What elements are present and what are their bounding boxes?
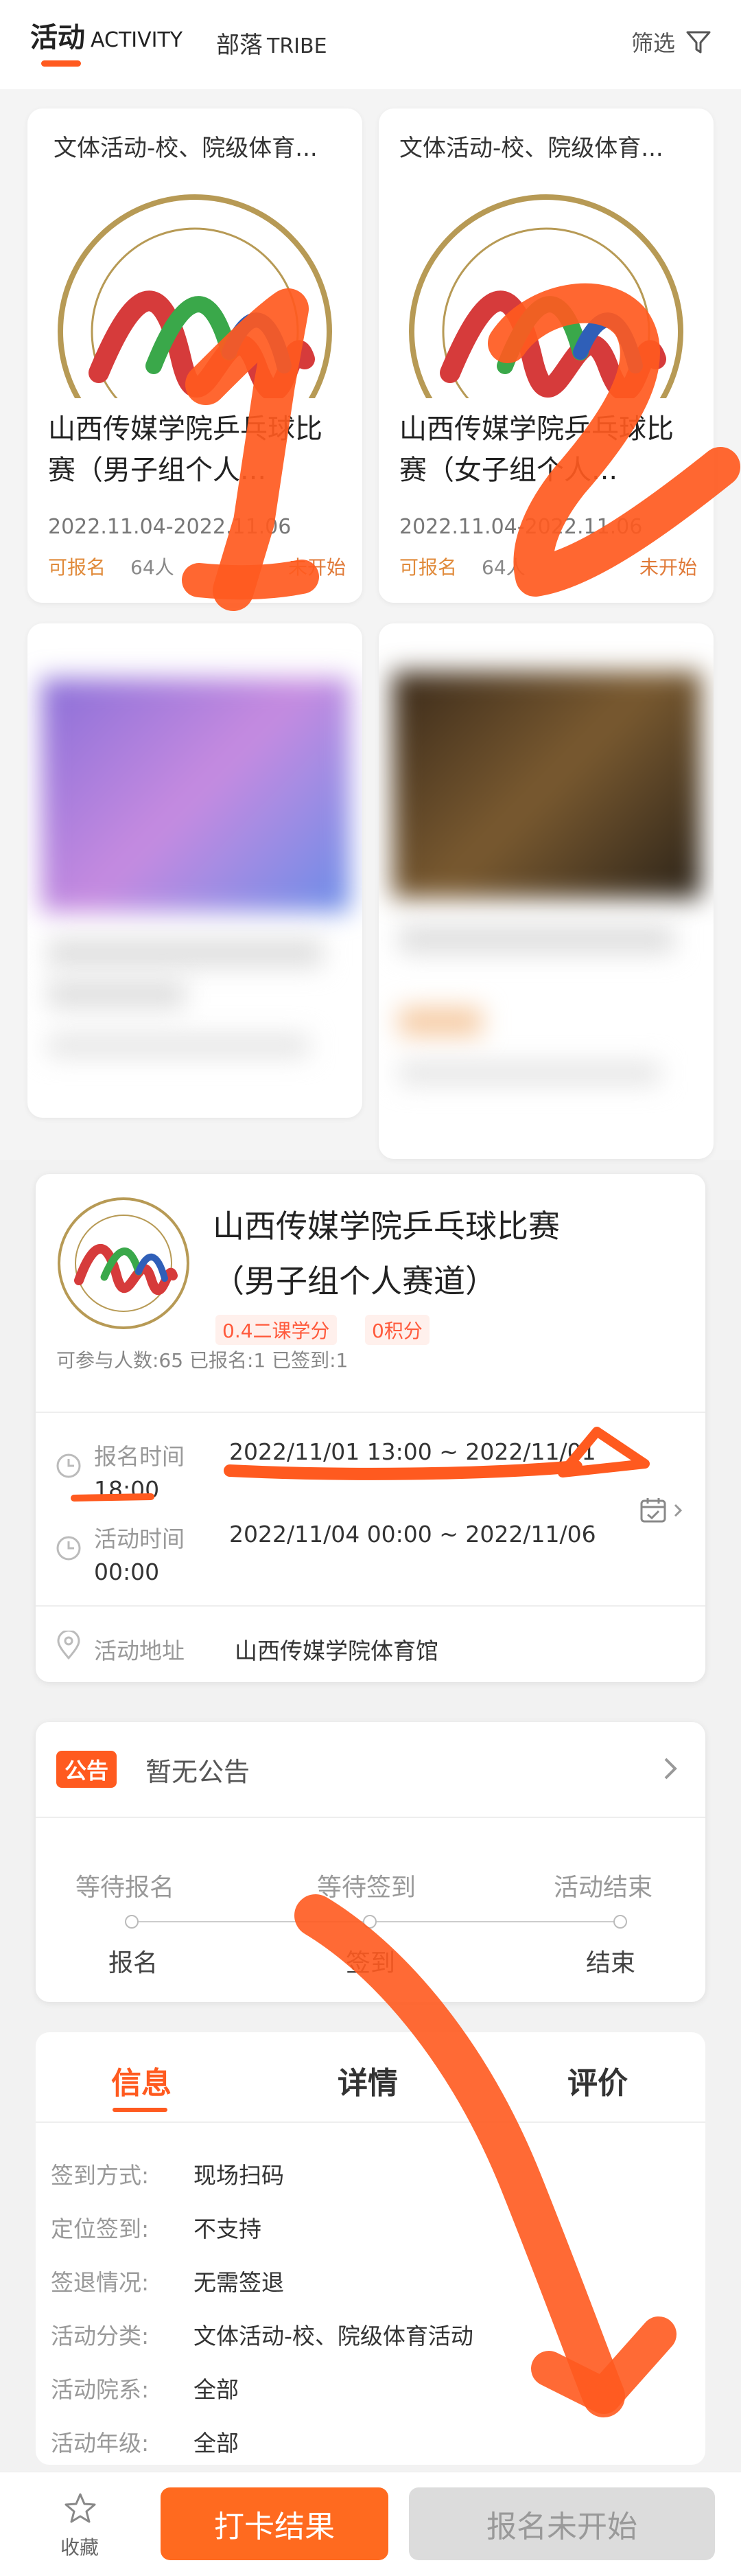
- detail-logo: [55, 1195, 192, 1332]
- step-dot: [613, 1915, 627, 1929]
- info-row-label: 活动院系:: [51, 2376, 150, 2403]
- blurred-text: [399, 1063, 660, 1083]
- card-date: 2022.11.04-2022.11.06: [399, 515, 643, 539]
- calendar-icon[interactable]: [639, 1497, 687, 1524]
- participant-stats: 可参与人数:65 已报名:1 已签到:1: [56, 1349, 349, 1372]
- info-row-label: 活动年级:: [51, 2430, 150, 2457]
- blurred-thumbnail: [41, 678, 350, 912]
- info-row-value: 不支持: [193, 2216, 261, 2242]
- blurred-text: [48, 980, 185, 1008]
- step-dot: [363, 1915, 377, 1929]
- tab-tribe-cn: 部落: [216, 32, 263, 59]
- bottom-action-bar: 收藏 打卡结果 报名未开始: [0, 2472, 741, 2576]
- step-waiting-signup: 等待报名: [75, 1874, 175, 1902]
- blurred-text: [399, 1008, 482, 1035]
- blurred-text: [399, 925, 674, 953]
- tab-activity-cn: 活动: [30, 22, 85, 54]
- favorite-label[interactable]: 收藏: [60, 2533, 99, 2560]
- checkin-result-button[interactable]: 打卡结果: [161, 2487, 388, 2560]
- info-row-label: 签到方式:: [51, 2162, 150, 2189]
- card-count: 64人: [130, 556, 174, 579]
- divider: [36, 1817, 705, 1818]
- blurred-activity-card[interactable]: [27, 623, 362, 1118]
- info-row-value: 文体活动-校、院级体育活动: [193, 2323, 473, 2349]
- card-footer: 山西传媒学院乒乓球比赛（女子组个人... 2022.11.04-2022.11.…: [379, 398, 714, 603]
- signup-time-label: 报名时间: [94, 1443, 185, 1470]
- tab-details[interactable]: 详情: [338, 2058, 398, 2102]
- tab-activity-en: ACTIVITY: [91, 28, 183, 52]
- card-footer: 山西传媒学院乒乓球比赛（男子组个人... 2022.11.04-2022.11.…: [27, 413, 362, 603]
- card-date: 2022.11.04-2022.11.06: [48, 515, 292, 539]
- signup-not-started-button[interactable]: 报名未开始: [409, 2487, 715, 2560]
- info-row-label: 签退情况:: [51, 2269, 150, 2296]
- location-icon: [57, 1631, 80, 1660]
- detail-title-line1: 山西传媒学院乒乓球比赛: [213, 1208, 560, 1245]
- step-label-checkin: 签到: [346, 1949, 396, 1977]
- card-category: 文体活动-校、院级体育...: [399, 135, 663, 162]
- divider: [36, 1412, 705, 1413]
- card-count: 64人: [482, 556, 526, 579]
- detail-title-line2: （男子组个人赛道）: [213, 1263, 497, 1300]
- blurred-text: [48, 1035, 309, 1056]
- signup-time-value: 2022/11/01 13:00 ~ 2022/11/01: [229, 1438, 596, 1465]
- info-row-value: 全部: [193, 2430, 239, 2457]
- info-tab-underline: [113, 2108, 167, 2112]
- credit-tag: 0.4二课学分: [215, 1315, 337, 1345]
- tab-reviews[interactable]: 评价: [567, 2058, 628, 2102]
- address-label: 活动地址: [94, 1637, 185, 1664]
- card-status: 可报名: [48, 556, 106, 579]
- step-activity-end: 活动结束: [554, 1874, 653, 1902]
- card-status: 可报名: [399, 556, 458, 579]
- activity-time-label: 活动时间: [94, 1526, 185, 1552]
- chevron-right-icon[interactable]: [660, 1755, 681, 1782]
- info-section: 信息 详情 评价 签到方式: 现场扫码 定位签到: 不支持 签退情况: 无需签退…: [36, 2032, 705, 2465]
- notice-badge: 公告: [56, 1751, 117, 1788]
- divider: [36, 2121, 705, 2123]
- blurred-activity-card[interactable]: [379, 623, 714, 1159]
- blurred-text: [48, 939, 322, 967]
- card-title-area: 山西传媒学院乒乓球比赛（男子组个人...: [27, 398, 362, 508]
- signup-time-value-line2: 18:00: [94, 1476, 160, 1503]
- card-badge: 未开始: [288, 556, 346, 579]
- info-row-value: 现场扫码: [193, 2162, 284, 2189]
- step-waiting-checkin: 等待签到: [317, 1874, 416, 1902]
- clock-icon: [56, 1453, 81, 1478]
- step-label-signup: 报名: [108, 1949, 158, 1977]
- tab-tribe[interactable]: 部落 TRIBE: [216, 26, 327, 60]
- card-title: 山西传媒学院乒乓球比赛（女子组个人...: [399, 413, 674, 486]
- info-row-label: 活动分类:: [51, 2323, 150, 2349]
- filter-button[interactable]: 筛选: [631, 26, 712, 58]
- info-row-label: 定位签到:: [51, 2216, 150, 2242]
- tab-info[interactable]: 信息: [111, 2058, 172, 2102]
- tab-activity[interactable]: 活动 ACTIVITY: [30, 15, 183, 55]
- top-tab-bar: 活动 ACTIVITY 部落 TRIBE 筛选: [0, 0, 741, 89]
- info-row-value: 无需签退: [193, 2269, 284, 2296]
- star-icon[interactable]: [63, 2492, 97, 2526]
- activity-detail-card: 山西传媒学院乒乓球比赛 （男子组个人赛道） 0.4二课学分 0积分 可参与人数:…: [36, 1174, 705, 1682]
- card-category: 文体活动-校、院级体育...: [54, 135, 318, 162]
- clock-icon: [56, 1536, 81, 1561]
- divider: [36, 1605, 705, 1607]
- tab-tribe-en: TRIBE: [267, 34, 327, 58]
- points-tag: 0积分: [365, 1315, 430, 1345]
- card-title: 山西传媒学院乒乓球比赛（男子组个人...: [48, 413, 322, 486]
- info-row-value: 全部: [193, 2376, 239, 2403]
- step-dot: [125, 1915, 139, 1929]
- notice-card: 公告 暂无公告 等待报名 等待签到 活动结束 报名 签到 结束: [36, 1722, 705, 2002]
- activity-time-value-line2: 00:00: [94, 1559, 160, 1585]
- card-badge: 未开始: [639, 556, 698, 579]
- step-label-end: 结束: [586, 1949, 636, 1977]
- blurred-thumbnail: [392, 671, 701, 898]
- activity-time-value: 2022/11/04 00:00 ~ 2022/11/06: [229, 1521, 596, 1548]
- filter-label: 筛选: [631, 30, 676, 56]
- address-value: 山西传媒学院体育馆: [235, 1637, 438, 1664]
- active-tab-indicator: [41, 60, 81, 67]
- filter-icon: [686, 31, 711, 54]
- notice-text[interactable]: 暂无公告: [145, 1751, 250, 1789]
